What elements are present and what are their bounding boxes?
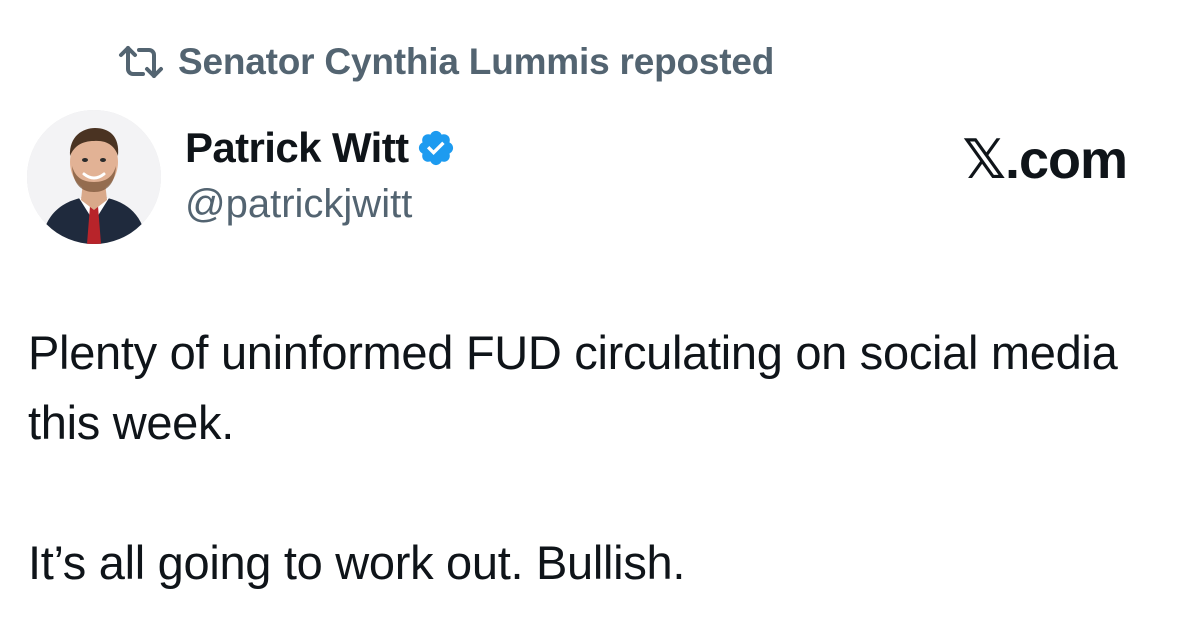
verified-badge-icon [416,128,456,168]
avatar[interactable] [27,110,161,244]
avatar-photo [27,110,161,244]
tweet-paragraph: Plenty of uninformed FUD circulating on … [28,326,1118,449]
repost-label: Senator Cynthia Lummis reposted [178,41,775,82]
author-name-row[interactable]: Patrick Witt [185,122,456,174]
brand-logo: 𝕏.com [962,130,1128,190]
repost-icon [118,45,164,79]
tweet-paragraph: It’s all going to work out. Bullish. [28,536,686,589]
author-handle[interactable]: @patrickjwitt [185,180,412,228]
author-display-name[interactable]: Patrick Witt [185,122,409,174]
repost-context[interactable]: Senator Cynthia Lummis reposted [118,38,774,86]
tweet-text: Plenty of uninformed FUD circulating on … [28,318,1148,598]
